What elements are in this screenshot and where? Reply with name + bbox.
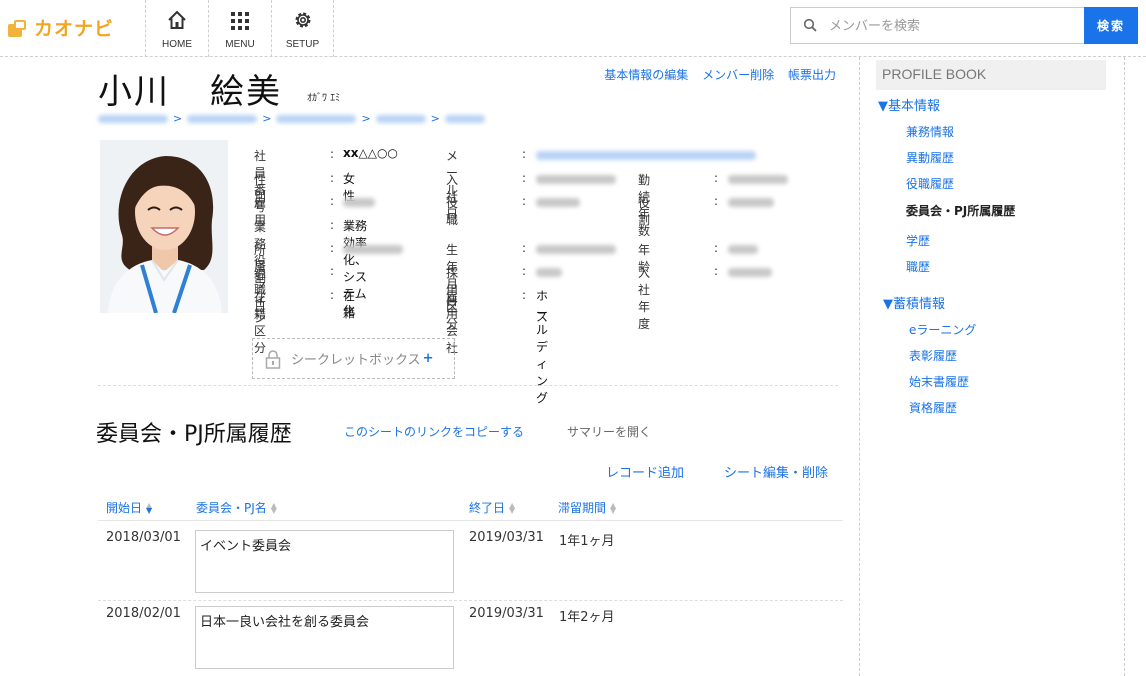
sidebar-item-committee[interactable]: 委員会・PJ所属履歴: [906, 202, 1015, 219]
add-record-link[interactable]: レコード追加: [606, 462, 684, 481]
field-label-role: 役割: [638, 196, 651, 227]
sidebar-group-basic[interactable]: ▼基本情報: [878, 95, 940, 114]
breadcrumb-item[interactable]: [98, 114, 168, 123]
sidebar-item-elearning[interactable]: eラーニング: [909, 321, 976, 338]
column-header-start[interactable]: 開始日 ▲ ▼: [106, 499, 154, 516]
sidebar-item-career[interactable]: 職歴: [906, 258, 930, 275]
nav-menu-button[interactable]: MENU: [208, 0, 271, 57]
sidebar-item-qualifications[interactable]: 資格履歴: [909, 399, 957, 416]
sort-icon: ▲ ▼: [509, 500, 516, 515]
sidebar-item-concurrent[interactable]: 兼務情報: [906, 123, 954, 140]
column-header-name[interactable]: 委員会・PJ名 ▲ ▼: [196, 499, 279, 516]
sidebar-divider: [859, 57, 860, 676]
secret-box-button[interactable]: シークレットボックス +: [252, 338, 455, 379]
search-icon: [803, 18, 817, 36]
divider: [98, 385, 838, 386]
home-icon: [146, 9, 208, 35]
gear-icon: [272, 9, 333, 35]
sidebar-item-reports[interactable]: 始末書履歴: [909, 373, 969, 390]
cell-start: 2018/03/01: [106, 530, 181, 545]
logo-icon: [6, 18, 28, 38]
plus-icon: +: [422, 351, 434, 366]
logo-text: カオナビ: [34, 18, 115, 40]
field-value-company: ホールディング: [536, 289, 549, 405]
member-search: [790, 7, 1084, 44]
field-value-email[interactable]: [536, 149, 756, 163]
nav-home-label: HOME: [162, 39, 192, 50]
profile-book-title: PROFILE BOOK: [876, 60, 1106, 90]
field-value-hire-type: [536, 266, 562, 280]
field-value-join-date: [536, 173, 616, 187]
profile-photo: [100, 140, 228, 313]
breadcrumb-item[interactable]: [375, 114, 426, 123]
sidebar-item-awards[interactable]: 表彰履歴: [909, 347, 957, 364]
cell-duration: 1年2ヶ月: [559, 610, 615, 625]
row-divider: [98, 600, 843, 601]
grid-icon: [209, 9, 271, 35]
sidebar-group-accumulated[interactable]: ▼蓄積情報: [883, 293, 945, 312]
export-form-link[interactable]: 帳票出力: [788, 68, 836, 82]
sidebar-item-position-history[interactable]: 役職履歴: [906, 175, 954, 192]
field-value-birthday: [536, 243, 616, 257]
cell-end: 2019/03/31: [469, 606, 544, 621]
open-summary-link[interactable]: サマリーを開く: [567, 423, 651, 440]
member-name: 小川 絵美: [98, 64, 282, 113]
breadcrumb-item[interactable]: [187, 114, 258, 123]
breadcrumb: > > > >: [98, 112, 485, 125]
lock-icon: [263, 349, 283, 369]
name-kana: ｵｶﾞﾜ ｴﾐ: [307, 93, 341, 104]
nav-setup-button[interactable]: SETUP: [271, 0, 334, 57]
search-button[interactable]: 検索: [1084, 7, 1138, 44]
sidebar-item-education[interactable]: 学歴: [906, 232, 930, 249]
cell-duration: 1年1ヶ月: [559, 534, 615, 549]
cell-start: 2018/02/01: [106, 606, 181, 621]
top-bar: カオナビ HOME MENU SETUP 検索: [0, 0, 1146, 57]
field-value-age: [728, 243, 758, 257]
cell-end: 2019/03/31: [469, 530, 544, 545]
breadcrumb-item[interactable]: [276, 114, 357, 123]
field-value-position: [536, 196, 580, 210]
field-value-status: 在籍: [343, 289, 356, 320]
sidebar-divider: [1124, 57, 1125, 676]
cell-name[interactable]: イベント委員会: [195, 530, 454, 593]
nav-setup-label: SETUP: [285, 39, 320, 50]
field-value-join-year: [728, 266, 772, 280]
edit-basic-info-link[interactable]: 基本情報の編集: [604, 68, 688, 82]
nav-home-button[interactable]: HOME: [145, 0, 208, 57]
copy-sheet-link[interactable]: このシートのリンクをコピーする: [344, 423, 524, 440]
table-header-line: [98, 520, 843, 521]
name-given: 絵美: [210, 72, 282, 112]
sort-icon: ▲ ▼: [270, 500, 277, 515]
field-label-position: 役職: [446, 196, 459, 227]
field-value-years: [728, 173, 788, 187]
column-header-end[interactable]: 終了日 ▲ ▼: [469, 499, 517, 516]
sort-icon: ▲ ▼: [610, 500, 617, 515]
field-value-line: [343, 243, 403, 257]
name-family: 小川: [98, 72, 170, 112]
secret-box-label: シークレットボックス: [291, 353, 421, 368]
sort-desc-icon: ▲ ▼: [146, 500, 153, 515]
field-value-company-cont: ス: [536, 310, 549, 324]
field-value-employment: [343, 196, 375, 210]
delete-member-link[interactable]: メンバー削除: [702, 68, 774, 82]
logo[interactable]: カオナビ: [6, 14, 114, 41]
sidebar-item-transfer[interactable]: 異動履歴: [906, 149, 954, 166]
search-input[interactable]: [829, 14, 1069, 38]
profile-actions: 基本情報の編集 メンバー削除 帳票出力: [594, 66, 836, 83]
breadcrumb-item[interactable]: [444, 114, 485, 123]
field-label-join-year: 入社年度: [638, 266, 651, 331]
sheet-title: 委員会・PJ所属履歴: [96, 422, 292, 447]
field-value-role: [728, 196, 774, 210]
column-header-duration[interactable]: 滞留期間 ▲ ▼: [558, 499, 618, 516]
cell-name[interactable]: 日本一良い会社を創る委員会: [195, 606, 454, 669]
field-value-employee-no: xx△△○○: [343, 146, 398, 160]
nav-menu-label: MENU: [225, 39, 255, 50]
edit-sheet-link[interactable]: シート編集・削除: [724, 462, 828, 481]
